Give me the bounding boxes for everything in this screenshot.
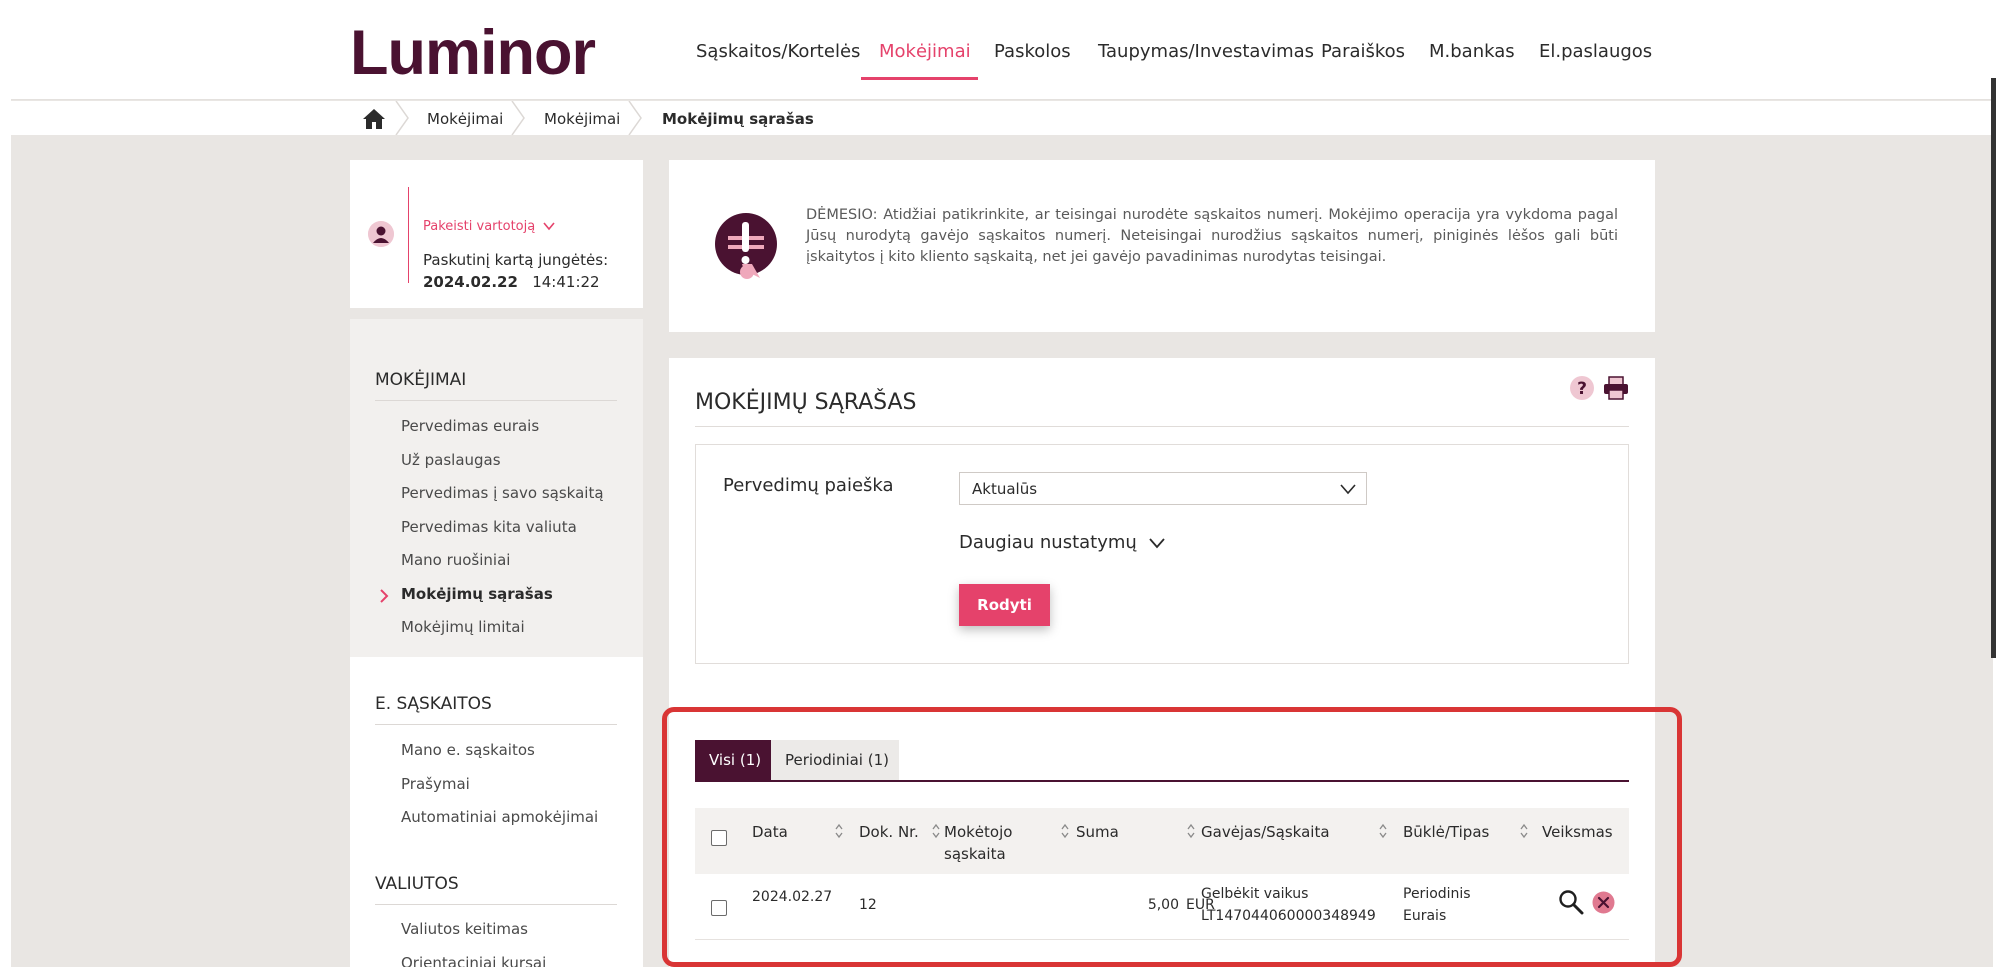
row-checkbox[interactable] xyxy=(711,900,727,916)
print-icon[interactable] xyxy=(1602,375,1630,401)
nav-item-applications[interactable]: Paraiškos xyxy=(1321,41,1405,62)
search-filter-value: Aktualūs xyxy=(972,480,1038,498)
sort-icon[interactable] xyxy=(1060,823,1070,839)
chevron-down-icon xyxy=(543,222,555,231)
sidebar-divider xyxy=(375,724,617,725)
user-card: Pakeisti vartotoją Paskutinį kartą jungė… xyxy=(350,160,643,308)
tabs-underline xyxy=(695,780,1629,782)
chevron-down-icon xyxy=(1148,538,1165,549)
nav-item-savings[interactable]: Taupymas/Investavimas xyxy=(1098,41,1314,62)
breadcrumb-separator-icon xyxy=(511,101,525,135)
row-amount: 5,00 xyxy=(1147,897,1179,913)
search-label: Pervedimų paieška xyxy=(723,475,894,496)
table-row: 2024.02.27 12 5,00 EUR Gelbėkit vaikus L… xyxy=(695,874,1629,940)
warning-notice: DĖMESIO: Atidžiai patikrinkite, ar teisi… xyxy=(669,160,1655,332)
nav-item-payments[interactable]: Mokėjimai xyxy=(879,41,971,62)
header: Luminor Sąskaitos/Kortelės Mokėjimai Pas… xyxy=(11,11,1993,100)
column-amount[interactable]: Suma xyxy=(1076,821,1119,843)
breadcrumb-separator-icon xyxy=(395,101,409,135)
sidebar: MOKĖJIMAI Pervedimas eurais Už paslaugas… xyxy=(350,319,643,967)
cancel-payment-icon[interactable] xyxy=(1592,891,1615,914)
breadcrumb: Mokėjimai Mokėjimai Mokėjimų sąrašas xyxy=(11,101,1993,135)
page-frame: Luminor Sąskaitos/Kortelės Mokėjimai Pas… xyxy=(11,11,1993,967)
tab-all[interactable]: Visi (1) xyxy=(695,740,771,780)
breadcrumb-item-payments-sub[interactable]: Mokėjimai xyxy=(544,110,620,128)
sidebar-item-currency-exchange[interactable]: Valiutos keitimas xyxy=(401,920,528,938)
sort-icon[interactable] xyxy=(1519,823,1529,839)
column-date[interactable]: Data xyxy=(752,821,788,843)
sort-icon[interactable] xyxy=(1186,823,1196,839)
scrollbar[interactable] xyxy=(1991,78,1996,658)
sidebar-item-limits[interactable]: Mokėjimų limitai xyxy=(401,618,525,636)
sidebar-item-payment-list[interactable]: Mokėjimų sąrašas xyxy=(401,585,553,603)
tab-periodic[interactable]: Periodiniai (1) xyxy=(771,740,899,780)
nav-item-mbank[interactable]: M.bankas xyxy=(1429,41,1515,62)
sidebar-item-rates[interactable]: Orientaciniai kursai xyxy=(401,954,546,967)
column-doc-number[interactable]: Dok. Nr. xyxy=(859,821,919,843)
change-user-link[interactable]: Pakeisti vartotoją xyxy=(423,219,555,234)
search-panel: Pervedimų paieška Aktualūs Daugiau nusta… xyxy=(695,444,1629,664)
user-card-divider xyxy=(408,187,409,283)
last-login-time: 14:41:22 xyxy=(532,273,600,291)
sidebar-item-my-einvoices[interactable]: Mano e. sąskaitos xyxy=(401,741,535,759)
row-status: Periodinis xyxy=(1403,886,1471,902)
breadcrumb-separator-icon xyxy=(628,101,642,135)
chevron-right-icon xyxy=(380,589,389,603)
sidebar-item-own-account[interactable]: Pervedimas į savo sąskaitą xyxy=(401,484,604,502)
breadcrumb-item-current: Mokėjimų sąrašas xyxy=(662,110,814,128)
exclamation-speech-icon xyxy=(715,213,777,279)
view-details-icon[interactable] xyxy=(1558,889,1584,915)
sidebar-divider xyxy=(375,904,617,905)
svg-text:?: ? xyxy=(1577,379,1587,399)
show-button[interactable]: Rodyti xyxy=(959,584,1050,626)
help-icon[interactable]: ? xyxy=(1569,375,1595,401)
sidebar-section-title-einvoices: E. SĄSKAITOS xyxy=(375,694,492,714)
last-login-date: 2024.02.22 xyxy=(423,273,518,291)
table-header: Data Dok. Nr. Mokėtojo sąskaita Suma Gav… xyxy=(695,808,1629,874)
nav-item-eservices[interactable]: El.paslaugos xyxy=(1539,41,1652,62)
sidebar-divider xyxy=(375,400,617,401)
sort-icon[interactable] xyxy=(931,823,941,839)
select-all-checkbox[interactable] xyxy=(711,830,727,846)
sidebar-item-euro-transfer[interactable]: Pervedimas eurais xyxy=(401,417,539,435)
sidebar-item-services[interactable]: Už paslaugas xyxy=(401,451,501,469)
user-avatar-icon xyxy=(368,221,394,247)
breadcrumb-item-payments[interactable]: Mokėjimai xyxy=(427,110,503,128)
last-login-label: Paskutinį kartą jungėtės: xyxy=(423,251,609,269)
main-nav: Sąskaitos/Kortelės Mokėjimai Paskolos Ta… xyxy=(11,41,1993,100)
title-divider xyxy=(695,426,1629,427)
sort-icon[interactable] xyxy=(834,823,844,839)
column-actions: Veiksmas xyxy=(1542,823,1613,841)
row-type: Eurais xyxy=(1403,908,1447,924)
column-status[interactable]: Būklė/Tipas xyxy=(1403,821,1489,843)
sidebar-item-drafts[interactable]: Mano ruošiniai xyxy=(401,551,510,569)
column-payer-account[interactable]: Mokėtojo sąskaita xyxy=(944,821,1012,865)
sidebar-item-other-currency[interactable]: Pervedimas kita valiuta xyxy=(401,518,577,536)
nav-item-accounts[interactable]: Sąskaitos/Kortelės xyxy=(696,41,860,62)
row-date: 2024.02.27 xyxy=(752,889,833,905)
column-recipient[interactable]: Gavėjas/Sąskaita xyxy=(1201,821,1330,843)
nav-item-loans[interactable]: Paskolos xyxy=(994,41,1071,62)
chevron-down-icon xyxy=(1340,484,1356,495)
home-icon[interactable] xyxy=(362,108,386,130)
sidebar-section-title-currencies: VALIUTOS xyxy=(375,874,459,894)
row-recipient-name: Gelbėkit vaikus xyxy=(1201,886,1309,902)
sort-icon[interactable] xyxy=(1378,823,1388,839)
page-title: MOKĖJIMŲ SĄRAŠAS xyxy=(695,390,917,415)
payments-list-panel: MOKĖJIMŲ SĄRAŠAS ? Pervedimų paieška Akt… xyxy=(669,358,1655,967)
sidebar-item-auto-payments[interactable]: Automatiniai apmokėjimai xyxy=(401,808,598,826)
search-filter-select[interactable]: Aktualūs xyxy=(959,472,1367,505)
nav-active-underline xyxy=(861,77,978,80)
sidebar-item-requests[interactable]: Prašymai xyxy=(401,775,470,793)
row-doc-number: 12 xyxy=(859,897,877,913)
warning-notice-text: DĖMESIO: Atidžiai patikrinkite, ar teisi… xyxy=(806,207,1618,265)
row-recipient-account: LT147044060000348949 xyxy=(1201,908,1376,924)
more-settings-toggle[interactable]: Daugiau nustatymų xyxy=(959,532,1165,553)
sidebar-section-title-payments: MOKĖJIMAI xyxy=(375,370,467,390)
last-login-datetime: 2024.02.22 14:41:22 xyxy=(423,273,600,291)
